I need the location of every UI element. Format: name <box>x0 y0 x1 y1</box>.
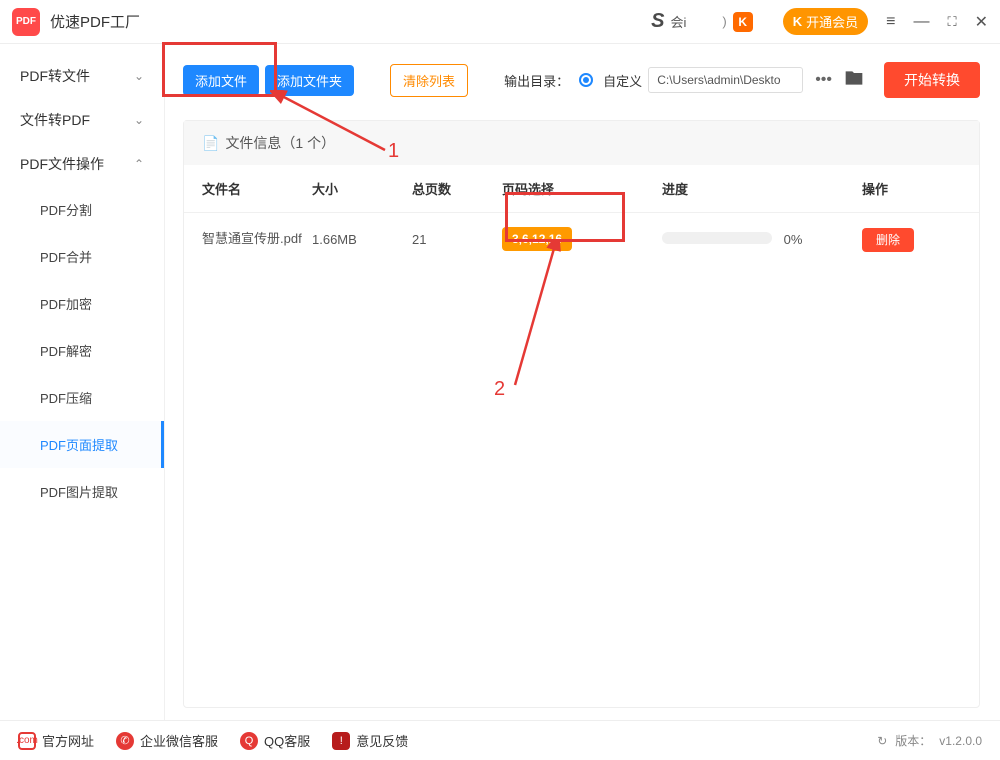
sidebar-item-decrypt[interactable]: PDF解密 <box>0 327 164 374</box>
minimize-icon[interactable]: — <box>913 13 929 31</box>
panel-header-text: 文件信息（1 个） <box>225 133 335 153</box>
cell-size: 1.66MB <box>312 232 412 247</box>
sidebar-item-encrypt[interactable]: PDF加密 <box>0 280 164 327</box>
chevron-up-icon: ⌃ <box>134 157 144 171</box>
col-sel: 页码选择 <box>502 179 662 198</box>
sidebar: PDF转文件 ⌄ 文件转PDF ⌄ PDF文件操作 ⌃ PDF分割 PDF合并 … <box>0 44 165 720</box>
site-icon: .com <box>18 732 36 750</box>
sidebar-group-pdf-ops[interactable]: PDF文件操作 ⌃ <box>0 142 164 186</box>
toolbar: 添加文件 添加文件夹 清除列表 输出目录： 自定义 C:\Users\admin… <box>183 58 980 102</box>
footer-feedback[interactable]: ! 意见反馈 <box>332 731 408 750</box>
footer-site-label: 官方网址 <box>42 731 94 750</box>
page-select-tag[interactable]: 3,6,12,16 <box>502 227 572 251</box>
file-icon: 📄 <box>202 135 219 152</box>
footer-wechat-support[interactable]: ✆ 企业微信客服 <box>116 731 218 750</box>
chevron-down-icon: ⌄ <box>134 113 144 127</box>
sidebar-group-file-to-pdf[interactable]: 文件转PDF ⌄ <box>0 98 164 142</box>
vip-label: 开通会员 <box>806 12 858 31</box>
progress-text: 0% <box>784 232 803 247</box>
cell-pages: 21 <box>412 232 502 247</box>
feedback-icon: ! <box>332 732 350 750</box>
title-bar: PDF 优速PDF工厂 S 会i ) K K 开通会员 ≡ — ⛶ ✕ <box>0 0 1000 44</box>
add-file-button[interactable]: 添加文件 <box>183 65 259 96</box>
footer-official-site[interactable]: .com 官方网址 <box>18 731 94 750</box>
sidebar-group-label: PDF文件操作 <box>20 154 104 174</box>
col-size: 大小 <box>312 179 412 198</box>
version-value: v1.2.0.0 <box>939 734 982 748</box>
radio-custom[interactable] <box>579 73 593 87</box>
content-area: 添加文件 添加文件夹 清除列表 输出目录： 自定义 C:\Users\admin… <box>165 44 1000 720</box>
folder-icon[interactable] <box>844 68 866 93</box>
vip-button[interactable]: K 开通会员 <box>783 8 868 35</box>
browse-button[interactable]: ••• <box>809 71 838 89</box>
col-act: 操作 <box>862 179 961 198</box>
radio-custom-label: 自定义 <box>603 71 642 90</box>
add-folder-button[interactable]: 添加文件夹 <box>265 65 354 96</box>
footer: .com 官方网址 ✆ 企业微信客服 Q QQ客服 ! 意见反馈 ↻ 版本： v… <box>0 720 1000 760</box>
cell-progress: 0% <box>662 232 862 247</box>
paren-text: ) <box>722 14 726 29</box>
sidebar-group-label: PDF转文件 <box>20 66 90 86</box>
file-panel: 📄 文件信息（1 个） 文件名 大小 总页数 页码选择 进度 操作 智慧通宣传册… <box>183 120 980 708</box>
qq-icon: Q <box>240 732 258 750</box>
wechat-icon: ✆ <box>116 732 134 750</box>
app-title: 优速PDF工厂 <box>50 11 140 32</box>
user-label: 会i <box>671 12 687 31</box>
footer-fb-label: 意见反馈 <box>356 731 408 750</box>
close-icon[interactable]: ✕ <box>975 12 988 32</box>
output-path-field[interactable]: C:\Users\admin\Deskto <box>648 67 803 93</box>
footer-qq-label: QQ客服 <box>264 731 310 750</box>
version-area: ↻ 版本： v1.2.0.0 <box>877 732 982 749</box>
panel-header: 📄 文件信息（1 个） <box>184 121 979 165</box>
sidebar-item-merge[interactable]: PDF合并 <box>0 233 164 280</box>
delete-button[interactable]: 删除 <box>862 228 914 252</box>
sidebar-item-split[interactable]: PDF分割 <box>0 186 164 233</box>
output-dir-label: 输出目录： <box>504 71 569 90</box>
s-logo-icon: S <box>651 10 664 33</box>
sidebar-group-pdf-to-file[interactable]: PDF转文件 ⌄ <box>0 54 164 98</box>
refresh-icon[interactable]: ↻ <box>877 734 887 748</box>
col-pages: 总页数 <box>412 179 502 198</box>
footer-wx-label: 企业微信客服 <box>140 731 218 750</box>
sidebar-item-page-extract[interactable]: PDF页面提取 <box>0 421 164 468</box>
menu-icon[interactable]: ≡ <box>886 13 895 31</box>
table-row: 智慧通宣传册.pdf 1.66MB 21 3,6,12,16 0% 删除 <box>184 213 979 265</box>
start-convert-button[interactable]: 开始转换 <box>884 62 980 98</box>
k-badge-icon: K <box>733 12 753 32</box>
chevron-down-icon: ⌄ <box>134 69 144 83</box>
cell-page-select: 3,6,12,16 <box>502 227 662 251</box>
app-logo-icon: PDF <box>12 8 40 36</box>
col-name: 文件名 <box>202 179 312 198</box>
sidebar-item-compress[interactable]: PDF压缩 <box>0 374 164 421</box>
footer-qq-support[interactable]: Q QQ客服 <box>240 731 310 750</box>
cell-action: 删除 <box>862 231 961 248</box>
cell-filename: 智慧通宣传册.pdf <box>202 230 312 248</box>
titlebar-user-area: S 会i ) K <box>651 10 753 33</box>
vip-crown-icon: K <box>793 14 802 29</box>
fullscreen-icon[interactable]: ⛶ <box>947 14 956 30</box>
col-prog: 进度 <box>662 179 862 198</box>
sidebar-group-label: 文件转PDF <box>20 110 90 130</box>
sidebar-item-image-extract[interactable]: PDF图片提取 <box>0 468 164 515</box>
progress-bar <box>662 232 772 244</box>
version-label: 版本： <box>895 732 931 749</box>
table-header: 文件名 大小 总页数 页码选择 进度 操作 <box>184 165 979 213</box>
clear-list-button[interactable]: 清除列表 <box>390 64 468 97</box>
